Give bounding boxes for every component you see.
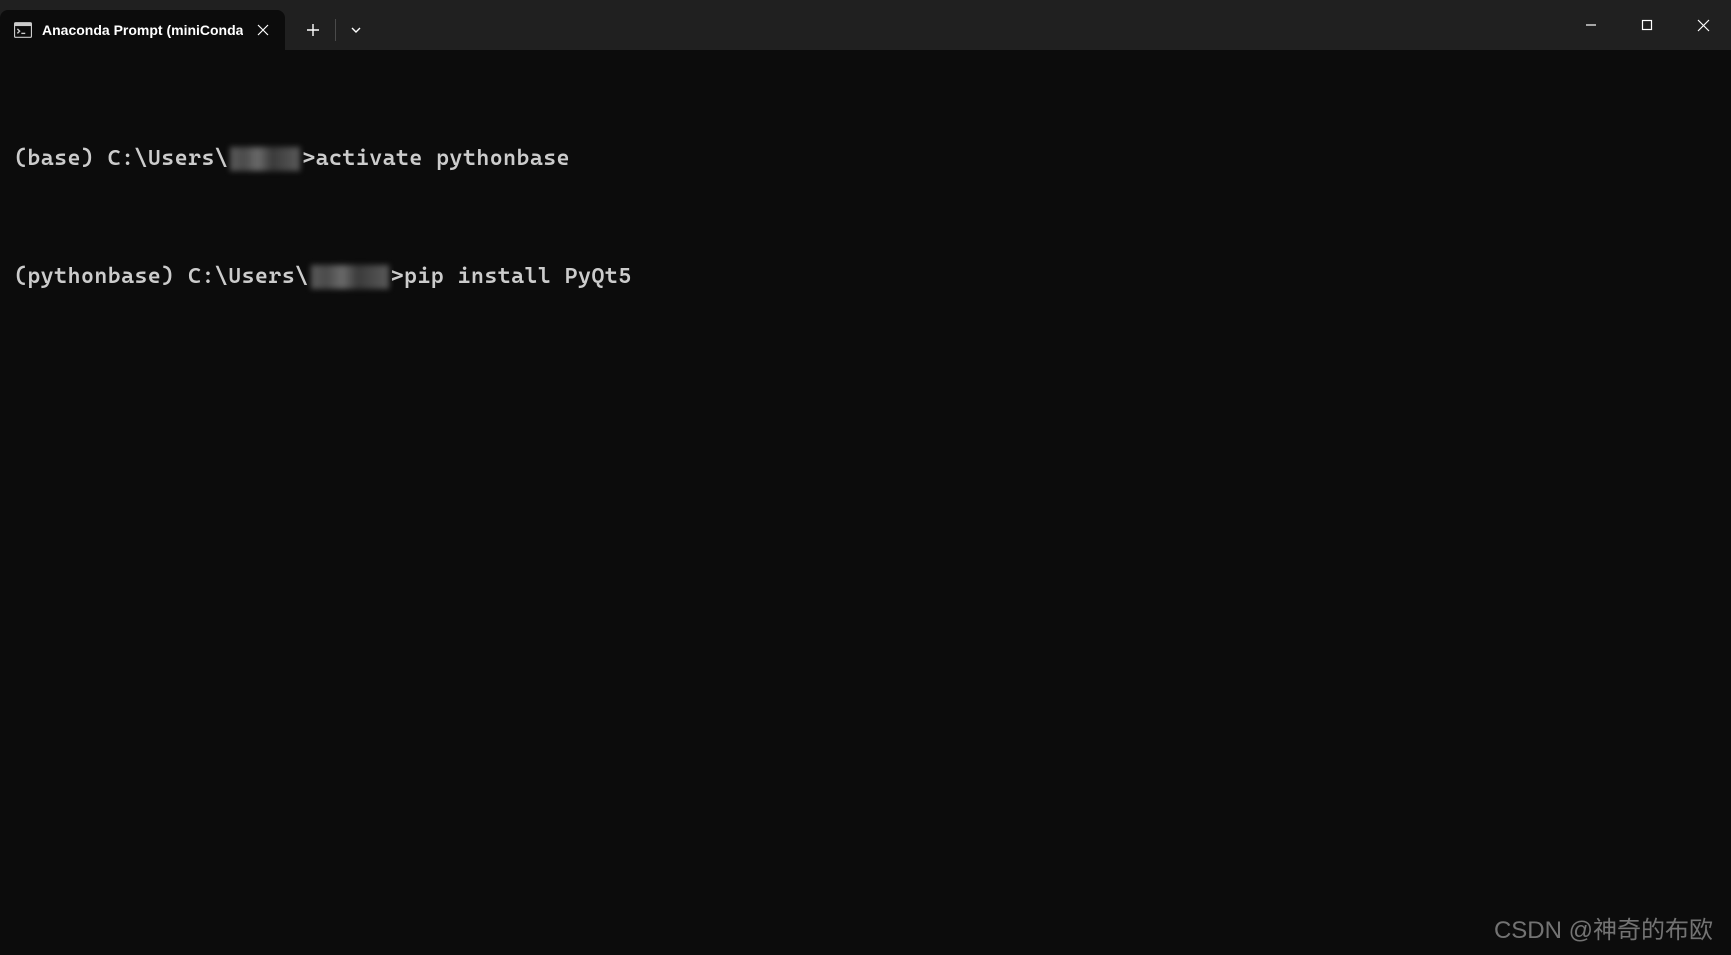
tab-title: Anaconda Prompt (miniConda: [42, 22, 243, 38]
prompt-prefix-1: (base) C:\Users\: [14, 144, 228, 175]
prompt-prefix-2: (pythonbase) C:\Users\: [14, 262, 309, 293]
tab-divider: [335, 19, 336, 41]
watermark: CSDN @神奇的布欧: [1494, 910, 1713, 945]
terminal-line-1: (base) C:\Users\ >activate pythonbase: [14, 144, 1717, 175]
tab-dropdown-button[interactable]: [340, 12, 372, 48]
minimize-button[interactable]: [1563, 0, 1619, 50]
terminal-line-2: (pythonbase) C:\Users\ >pip install PyQt5: [14, 262, 1717, 293]
tab-active[interactable]: Anaconda Prompt (miniConda: [0, 10, 285, 50]
redacted-username-1: [230, 147, 300, 171]
window-controls: [1563, 0, 1731, 50]
tab-close-button[interactable]: [253, 20, 273, 40]
titlebar: Anaconda Prompt (miniConda: [0, 0, 1731, 50]
close-button[interactable]: [1675, 0, 1731, 50]
prompt-command-2: >pip install PyQt5: [391, 262, 632, 293]
maximize-button[interactable]: [1619, 0, 1675, 50]
redacted-username-2: [311, 265, 389, 289]
tabs-area: Anaconda Prompt (miniConda: [0, 0, 1563, 50]
prompt-command-1: >activate pythonbase: [302, 144, 570, 175]
new-tab-button[interactable]: [295, 12, 331, 48]
terminal-content[interactable]: (base) C:\Users\ >activate pythonbase (py…: [0, 50, 1731, 364]
tab-actions: [295, 10, 372, 50]
terminal-icon: [14, 21, 32, 39]
